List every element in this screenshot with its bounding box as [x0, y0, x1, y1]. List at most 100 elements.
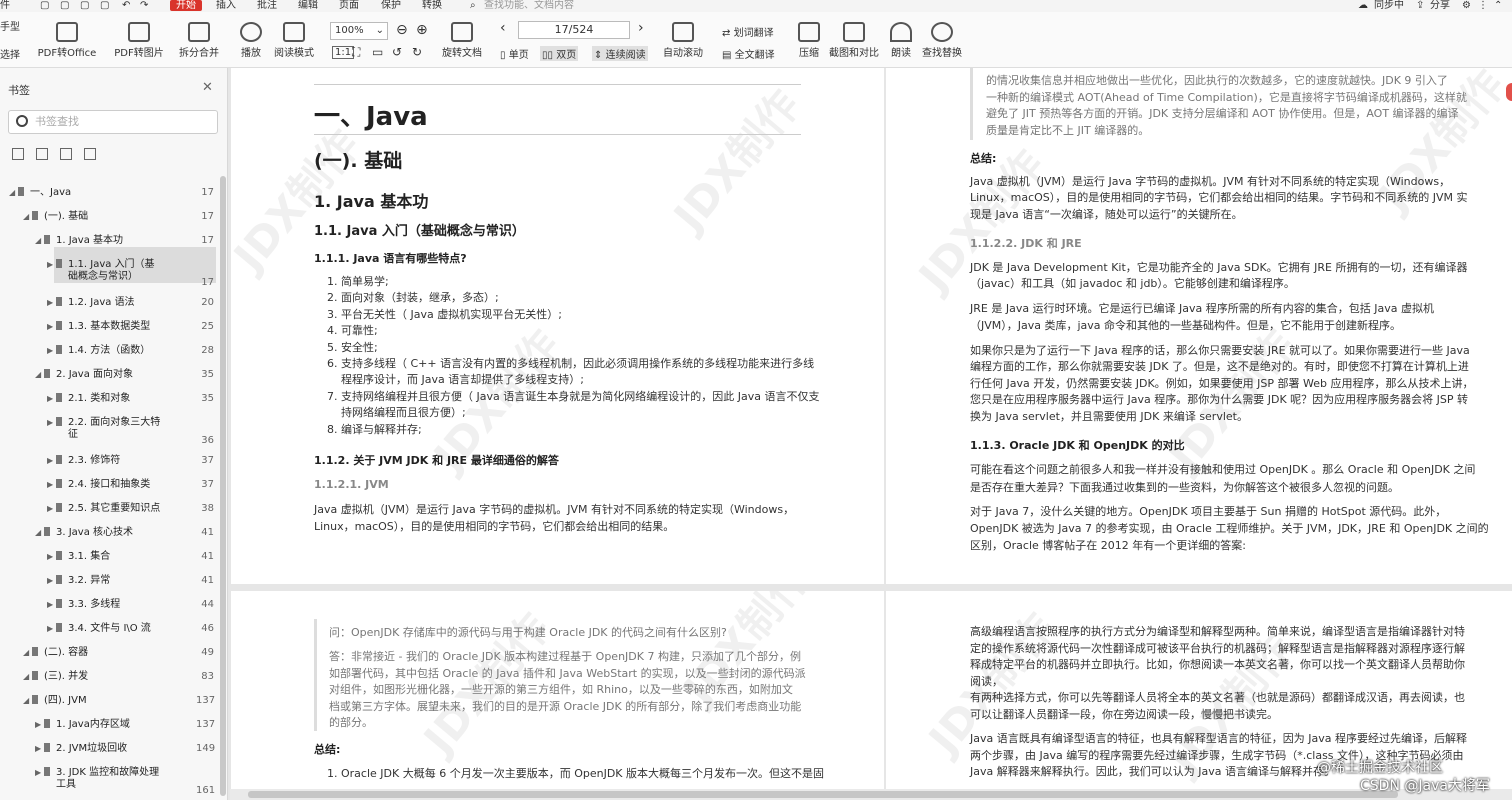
play-button[interactable]: 播放	[238, 22, 264, 59]
collapsed-arrow-icon[interactable]: ▶	[47, 454, 53, 467]
zoom-select[interactable]: 100% ⌄	[330, 22, 388, 40]
collapse-icon[interactable]: ⌃	[1494, 0, 1502, 11]
bookmark-icon	[56, 259, 62, 268]
menu-edit[interactable]: 编辑	[298, 0, 318, 11]
print-icon[interactable]: ▢	[80, 0, 89, 11]
menu-protect[interactable]: 保护	[381, 0, 401, 11]
pdf-to-image-button[interactable]: PDF转图片	[112, 22, 166, 59]
share-button[interactable]: 分享	[1430, 0, 1450, 11]
next-page-icon[interactable]: ›	[638, 20, 644, 36]
collapsed-arrow-icon[interactable]: ▶	[47, 392, 53, 405]
collapsed-arrow-icon[interactable]: ▶	[47, 296, 53, 309]
bookmark-item[interactable]: ▶ 1.1. Java 入门（基 础概念与常识） 17	[0, 258, 220, 288]
collapsed-arrow-icon[interactable]: ▶	[35, 766, 41, 779]
bookmark-item[interactable]: ▶ 3. JDK 监控和故障处理 工具 161	[0, 766, 220, 796]
bookmark-page-number: 28	[201, 345, 214, 356]
single-page-button[interactable]: ▯ 单页	[500, 46, 529, 61]
continuous-read-button[interactable]: ⇕ 连续阅读	[592, 46, 648, 61]
rotate-doc-button[interactable]: 旋转文档	[440, 22, 484, 59]
expanded-arrow-icon[interactable]: ◢	[23, 210, 29, 223]
auto-scroll-button[interactable]: 自动滚动	[658, 22, 708, 59]
bookmark-label: (三). 并发	[44, 671, 89, 682]
read-aloud-button[interactable]: 朗读	[888, 22, 914, 59]
split-merge-button[interactable]: 拆分合并	[174, 22, 224, 59]
delete-bookmark-icon[interactable]	[84, 148, 96, 160]
redo-icon[interactable]: ↷	[140, 0, 148, 11]
export-icon[interactable]: ▢	[100, 0, 109, 11]
bookmark-label: 2. JVM垃圾回收	[56, 743, 128, 754]
fit-page-icon[interactable]: ⛶	[352, 45, 360, 60]
hand-tool[interactable]: 手型	[0, 18, 20, 33]
bookmark-label: 1. Java内存区域	[56, 719, 130, 730]
compress-icon	[798, 22, 820, 42]
collapsed-arrow-icon[interactable]: ▶	[47, 502, 53, 515]
floating-red-button[interactable]	[1506, 83, 1512, 101]
word-translate-button[interactable]: ⇄ 划词翻译	[722, 24, 774, 39]
menu-annotate[interactable]: 批注	[257, 0, 277, 11]
bookmark-item[interactable]: ▶ 2.2. 面向对象三大特征 36	[0, 416, 220, 446]
menu-insert[interactable]: 插入	[216, 0, 236, 11]
rotate-left-icon[interactable]: ↺	[392, 45, 402, 59]
zoom-out-icon[interactable]: ⊖	[396, 22, 408, 38]
pdf-to-office-button[interactable]: PDF转Office	[36, 22, 98, 59]
expanded-arrow-icon[interactable]: ◢	[9, 186, 15, 199]
zoom-in-icon[interactable]: ⊕	[416, 22, 428, 38]
collapsed-arrow-icon[interactable]: ▶	[47, 320, 53, 333]
expanded-arrow-icon[interactable]: ◢	[23, 694, 29, 707]
bookmark-icon	[44, 527, 50, 536]
compress-button[interactable]: 压缩	[796, 22, 822, 59]
menu-start[interactable]: 开始	[170, 0, 202, 11]
double-page-button[interactable]: ▯▯ 双页	[540, 46, 579, 61]
bookmark-label: (一). 基础	[44, 211, 89, 222]
bookmark-page-number: 17	[201, 277, 214, 288]
collapsed-arrow-icon[interactable]: ▶	[47, 598, 53, 611]
collapsed-arrow-icon[interactable]: ▶	[35, 742, 41, 755]
collapse-all-icon[interactable]	[36, 148, 48, 160]
sync-status[interactable]: 同步中	[1374, 0, 1404, 11]
paragraph: 行任何 Java 开发，仍然需要安装 JDK。例如，如果要使用 JSP 部署 W…	[970, 377, 1474, 390]
collapsed-arrow-icon[interactable]: ▶	[47, 622, 53, 635]
menu-page[interactable]: 页面	[339, 0, 359, 11]
bookmark-icon	[18, 187, 24, 196]
find-replace-button[interactable]: 查找替换	[920, 22, 964, 59]
expanded-arrow-icon[interactable]: ◢	[35, 526, 41, 539]
feature-search[interactable]: 查找功能、文档内容	[484, 0, 574, 11]
read-mode-button[interactable]: 阅读模式	[272, 22, 316, 59]
save-icon[interactable]: ▢	[60, 0, 69, 11]
prev-page-icon[interactable]: ‹	[500, 20, 506, 36]
menu-convert[interactable]: 转换	[422, 0, 442, 11]
actual-size-icon[interactable]: 1:1	[332, 46, 355, 59]
settings-icon[interactable]: ⚙	[1462, 0, 1471, 11]
expanded-arrow-icon[interactable]: ◢	[35, 368, 41, 381]
expanded-arrow-icon[interactable]: ◢	[23, 646, 29, 659]
collapsed-arrow-icon[interactable]: ▶	[47, 550, 53, 563]
expanded-arrow-icon[interactable]: ◢	[23, 670, 29, 683]
undo-icon[interactable]: ↶	[122, 0, 130, 11]
page-input[interactable]: 17/524	[518, 21, 630, 39]
quote-line: 如部署代码，其中包括 Oracle 的 Java 插件和 Java WebSta…	[329, 667, 806, 680]
collapsed-arrow-icon[interactable]: ▶	[35, 718, 41, 731]
horizontal-scroll-thumb[interactable]	[248, 791, 1398, 798]
close-icon[interactable]: ✕	[202, 80, 213, 95]
screenshot-compare-button[interactable]: 截图和对比	[828, 22, 880, 59]
expand-all-icon[interactable]	[12, 148, 24, 160]
collapsed-arrow-icon[interactable]: ▶	[47, 574, 53, 587]
expanded-arrow-icon[interactable]: ◢	[35, 234, 41, 247]
heading-oracle-openjdk: 1.1.3. Oracle JDK 和 OpenJDK 的对比	[970, 439, 1185, 452]
pdf-image-icon	[128, 22, 150, 42]
bookmark-search-input[interactable]: 书签查找	[8, 110, 218, 134]
folder-icon[interactable]: ▢	[40, 0, 49, 11]
add-bookmark-icon[interactable]	[60, 148, 72, 160]
full-translate-button[interactable]: ▤ 全文翻译	[722, 46, 775, 61]
collapsed-arrow-icon[interactable]: ▶	[47, 416, 53, 429]
bookmark-icon	[56, 393, 62, 402]
rotate-right-icon[interactable]: ↻	[412, 45, 422, 59]
collapsed-arrow-icon[interactable]: ▶	[47, 344, 53, 357]
more-icon[interactable]: ⋮	[1478, 0, 1488, 11]
fit-width-icon[interactable]: ▭	[372, 45, 383, 59]
menu-file[interactable]: 件	[0, 0, 10, 11]
collapsed-arrow-icon[interactable]: ▶	[47, 478, 53, 491]
sidebar-scrollbar[interactable]	[220, 176, 226, 796]
collapsed-arrow-icon[interactable]: ▶	[47, 258, 53, 271]
select-tool[interactable]: 选择	[0, 46, 20, 61]
